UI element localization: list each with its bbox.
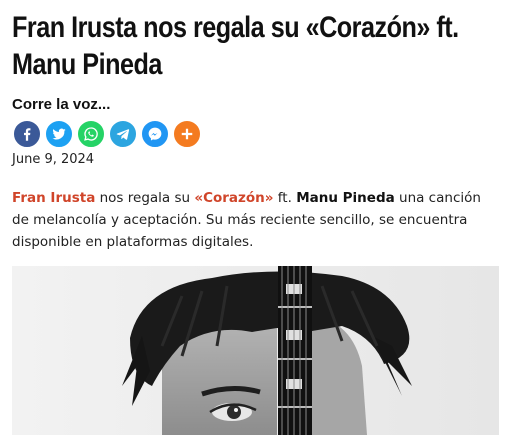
telegram-icon — [116, 129, 130, 140]
article-title-line-2: Manu Pineda — [12, 48, 162, 81]
article-title-line-1: Fran Irusta nos regala su «Corazón» ft. — [12, 11, 459, 44]
share-heading: Corre la voz... — [12, 96, 111, 113]
telegram-share-button[interactable] — [108, 119, 138, 149]
article-lead: Fran Irusta nos regala su «Corazón» ft. … — [12, 187, 502, 253]
article-page: Fran Irusta nos regala su «Corazón» ft. … — [0, 0, 511, 435]
portrait-guitar-image — [12, 266, 499, 435]
plus-icon — [181, 128, 193, 140]
share-buttons — [12, 119, 202, 149]
song-link[interactable]: «Corazón» — [194, 190, 273, 206]
messenger-share-button[interactable] — [140, 119, 170, 149]
lead-text-2: ft. — [273, 190, 297, 206]
whatsapp-icon — [84, 127, 98, 141]
twitter-icon — [52, 128, 66, 140]
whatsapp-share-button[interactable] — [76, 119, 106, 149]
article-title: Fran Irusta nos regala su «Corazón» ft. … — [12, 9, 459, 83]
more-share-button[interactable] — [172, 119, 202, 149]
facebook-icon — [24, 128, 31, 141]
featured-artist: Manu Pineda — [296, 190, 395, 206]
artist-link[interactable]: Fran Irusta — [12, 190, 95, 206]
article-photo — [12, 266, 499, 435]
facebook-share-button[interactable] — [12, 119, 42, 149]
publish-date: June 9, 2024 — [12, 152, 95, 167]
messenger-icon — [148, 127, 162, 141]
twitter-share-button[interactable] — [44, 119, 74, 149]
lead-text-1: nos regala su — [95, 190, 195, 206]
